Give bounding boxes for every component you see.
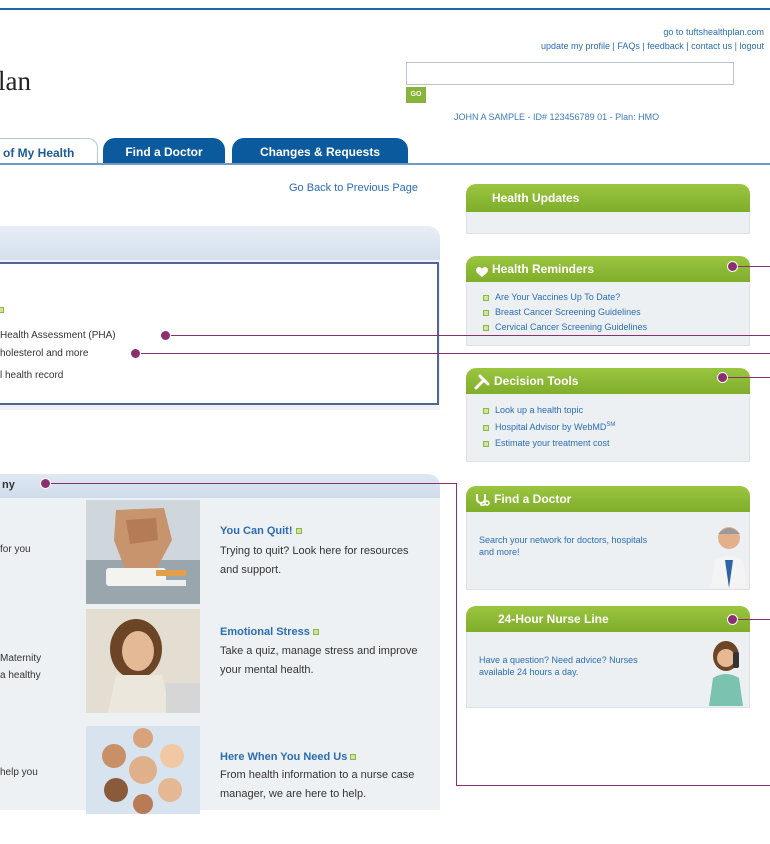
callout-marker [717,372,728,383]
decision-tools-body: Look up a health topic Hospital Advisor … [466,394,750,462]
doctor-photo [711,527,747,588]
text-snippet: Maternity [0,653,42,664]
callout-marker [727,261,738,272]
arrow-icon [312,629,319,635]
find-doctor-body: Search your network for doctors, hospita… [466,512,750,590]
find-doctor-header[interactable]: Find a Doctor [466,486,750,512]
callout-line [456,483,457,785]
site-link[interactable]: go to tuftshealthplan.com [663,27,764,37]
health-updates-body [466,212,750,234]
group-photo[interactable] [86,718,200,822]
feature-desc: Trying to quit? Look here for resources … [220,545,409,576]
utility-links[interactable]: update my profile | FAQs | feedback | co… [541,41,764,51]
decision-tools-title: Decision Tools [494,374,579,388]
list-item[interactable]: holesterol and more [0,348,88,359]
go-button[interactable]: GO [406,87,426,103]
list-item[interactable]: l health record [0,370,63,381]
callout-line [170,335,770,336]
callout-line [737,266,770,267]
emotional-stress-photo[interactable] [86,609,200,713]
health-reminders-title: Health Reminders [492,262,595,276]
section-title: ny [2,479,15,491]
reminder-item[interactable]: Are Your Vaccines Up To Date? [483,292,620,302]
callout-line [140,353,770,354]
nurse-line-body: Have a question? Need advice? Nurses ava… [466,632,750,708]
find-doctor-desc[interactable]: Search your network for doctors, hospita… [479,534,649,558]
nurse-line-header[interactable]: 24-Hour Nurse Line [466,606,750,632]
back-link[interactable]: Go Back to Previous Page [289,182,418,194]
tool-item[interactable]: Estimate your treatment cost [483,438,610,448]
health-updates-header[interactable]: Health Updates [466,184,750,212]
tab-bar-rule [0,163,770,165]
text-snippet: help you [0,767,38,778]
nurse-photo [709,641,743,706]
health-reminders-body: Are Your Vaccines Up To Date? Breast Can… [466,282,750,346]
callout-marker [727,614,738,625]
feature-title-here-when-you-need-us[interactable]: Here When You Need Us [220,751,357,763]
find-doctor-title: Find a Doctor [494,492,572,506]
tool-item[interactable]: Hospital Advisor by WebMDSM [483,422,615,432]
list-item[interactable]: Health Assessment (PHA) [0,330,116,341]
search-input[interactable] [406,62,734,85]
tab-find-a-doctor[interactable]: Find a Doctor [103,138,225,164]
text-snippet: for you [0,544,31,555]
tools-icon [474,373,490,390]
tab-changes-requests[interactable]: Changes & Requests [232,138,408,164]
arrow-icon [350,754,357,760]
callout-marker [160,330,171,341]
quit-smoking-photo[interactable] [86,500,200,604]
feature-title-emotional-stress[interactable]: Emotional Stress [220,626,319,638]
feature-desc: From health information to a nurse case … [220,769,415,800]
feature-title-you-can-quit[interactable]: You Can Quit! [220,525,302,537]
callout-line [727,377,770,378]
reminder-item[interactable]: Breast Cancer Screening Guidelines [483,307,641,317]
bullet-icon [0,307,4,313]
tool-item[interactable]: Look up a health topic [483,405,583,415]
stethoscope-icon [474,491,490,507]
decision-tools-header[interactable]: Decision Tools [466,368,750,394]
member-info: JOHN A SAMPLE - ID# 123456789 01 - Plan:… [454,112,660,122]
nurse-line-desc[interactable]: Have a question? Need advice? Nurses ava… [479,654,649,678]
header-rule [0,8,770,10]
callout-marker [40,478,51,489]
callout-line [50,483,456,484]
callout-line [456,785,770,786]
text-snippet: a healthy [0,670,41,681]
reminder-item[interactable]: Cervical Cancer Screening Guidelines [483,322,647,332]
feature-desc: Take a quiz, manage stress and improve y… [220,645,418,676]
health-reminders-header[interactable]: Health Reminders [466,256,750,282]
plan-logo-text: lan [0,66,31,96]
panel-header [0,226,440,262]
callout-marker [130,348,141,359]
section-header: ny [0,474,440,498]
callout-line [737,619,770,620]
tab-my-health[interactable]: of My Health [0,138,98,164]
heart-icon [475,262,489,277]
arrow-icon [295,528,302,534]
